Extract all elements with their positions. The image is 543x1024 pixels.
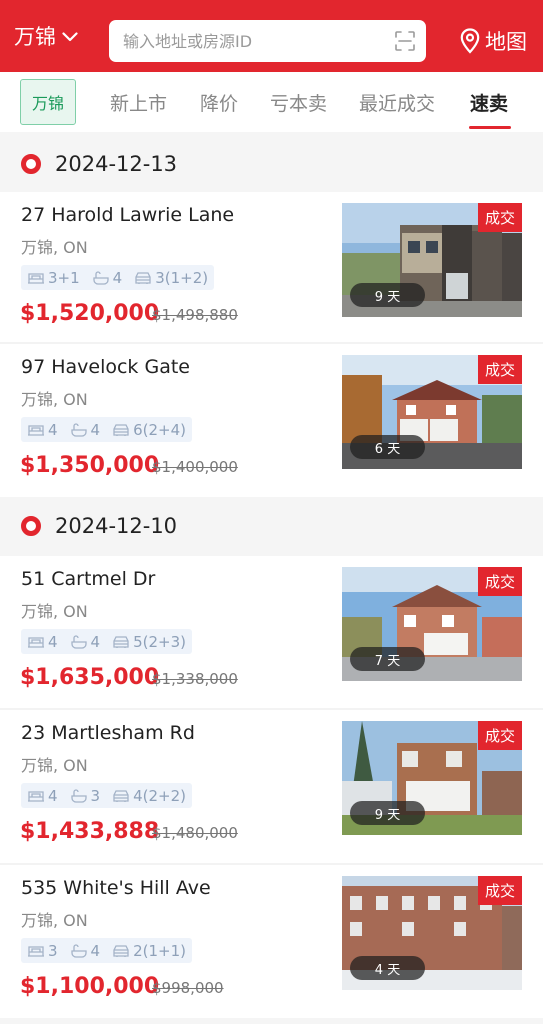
chevron-down-icon (62, 32, 78, 42)
listing-photo[interactable]: 成交 9 天 (342, 721, 522, 835)
car-icon (113, 635, 129, 648)
bath-icon (70, 634, 87, 649)
bed-icon (28, 272, 44, 284)
date-marker-icon (21, 154, 41, 174)
date-marker-icon (21, 516, 41, 536)
map-button[interactable]: 地图 (460, 26, 527, 56)
listing-card[interactable]: 51 Cartmel Dr 万锦, ON 4 4 5(2+3) $1,635,0… (0, 556, 543, 709)
listing-features: 3+1 4 3(1+2) (21, 265, 215, 290)
parking-count: 3(1+2) (155, 268, 209, 287)
listing-city: 万锦, ON (21, 911, 88, 930)
parking-count: 5(2+3) (133, 632, 186, 651)
parking-count: 6(2+4) (133, 420, 186, 439)
bed-icon (28, 945, 44, 957)
listing-photo[interactable]: 成交 9 天 (342, 203, 522, 317)
sold-badge: 成交 (477, 721, 522, 750)
map-pin-icon (460, 28, 480, 54)
scan-icon[interactable] (394, 30, 416, 52)
bed-icon (28, 424, 44, 436)
listing-city: 万锦, ON (21, 390, 88, 409)
listing-features: 3 4 2(1+1) (21, 938, 192, 963)
listing-original-price: $1,338,000 (152, 670, 238, 688)
tab-loss-sale[interactable]: 亏本卖 (270, 89, 327, 116)
listing-card[interactable]: 23 Martlesham Rd 万锦, ON 4 3 4(2+2) $1,43… (0, 710, 543, 863)
bath-count: 4 (90, 941, 101, 960)
city-name: 万锦 (14, 25, 56, 49)
bed-count: 3+1 (48, 268, 80, 287)
listing-city: 万锦, ON (21, 756, 88, 775)
city-selector[interactable]: 万锦 (14, 21, 100, 51)
top-bar: 万锦 地图 (0, 0, 543, 72)
days-on-market: 9 天 (350, 283, 425, 307)
group-date: 2024-12-13 (55, 152, 178, 176)
bath-icon (70, 788, 87, 803)
days-on-market: 4 天 (350, 956, 425, 980)
listing-price: $1,433,888 (20, 819, 160, 844)
car-icon (113, 944, 129, 957)
listing-photo[interactable]: 成交 6 天 (342, 355, 522, 469)
tab-recent-sold[interactable]: 最近成交 (359, 89, 435, 116)
listing-card[interactable]: 97 Havelock Gate 万锦, ON 4 4 6(2+4) $1,35… (0, 344, 543, 497)
tab-price-drop[interactable]: 降价 (200, 89, 238, 116)
bed-icon (28, 636, 44, 648)
date-group-header: 2024-12-10 (0, 498, 543, 554)
listing-features: 4 4 6(2+4) (21, 417, 192, 442)
active-tab-indicator (469, 126, 511, 129)
bath-count: 4 (112, 268, 123, 287)
listing-price: $1,520,000 (20, 301, 160, 326)
listing-address: 27 Harold Lawrie Lane (21, 204, 235, 226)
bed-count: 3 (48, 941, 58, 960)
date-group-header: 2024-12-13 (0, 136, 543, 192)
listing-price: $1,350,000 (20, 453, 160, 478)
sold-badge: 成交 (477, 567, 522, 596)
sold-badge: 成交 (477, 355, 522, 384)
listing-price: $1,635,000 (20, 665, 160, 690)
city-tag[interactable]: 万锦 (20, 79, 76, 125)
days-on-market: 9 天 (350, 801, 425, 825)
listing-original-price: $1,400,000 (152, 458, 238, 476)
bath-count: 4 (90, 420, 101, 439)
bath-count: 4 (90, 632, 101, 651)
days-on-market: 6 天 (350, 435, 425, 459)
group-date: 2024-12-10 (55, 514, 178, 538)
car-icon (135, 271, 151, 284)
listing-address: 23 Martlesham Rd (21, 722, 195, 744)
bed-icon (28, 790, 44, 802)
parking-count: 2(1+1) (133, 941, 186, 960)
parking-count: 4(2+2) (133, 786, 186, 805)
listing-photo[interactable]: 成交 7 天 (342, 567, 522, 681)
listing-original-price: $1,498,880 (152, 306, 238, 324)
listing-price: $1,100,000 (20, 974, 160, 999)
listing-address: 51 Cartmel Dr (21, 568, 156, 590)
tab-new-listing[interactable]: 新上市 (110, 89, 167, 116)
bath-icon (93, 270, 109, 285)
listing-address: 97 Havelock Gate (21, 356, 190, 378)
days-on-market: 7 天 (350, 647, 425, 671)
listing-original-price: $998,000 (152, 979, 224, 997)
listing-features: 4 4 5(2+3) (21, 629, 192, 654)
listing-card[interactable]: 27 Harold Lawrie Lane 万锦, ON 3+1 4 3(1+2… (0, 192, 543, 345)
bath-count: 3 (90, 786, 101, 805)
sold-badge: 成交 (477, 203, 522, 232)
tab-quick-sale[interactable]: 速卖 (470, 89, 508, 116)
listing-card[interactable]: 535 White's Hill Ave 万锦, ON 3 4 2(1+1) $… (0, 865, 543, 1018)
bath-icon (70, 422, 87, 437)
map-label: 地图 (485, 30, 527, 54)
listing-city: 万锦, ON (21, 602, 88, 621)
listing-features: 4 3 4(2+2) (21, 783, 192, 808)
bed-count: 4 (48, 786, 58, 805)
car-icon (113, 423, 129, 436)
bed-count: 4 (48, 420, 58, 439)
search-input[interactable] (123, 31, 383, 51)
sold-badge: 成交 (477, 876, 522, 905)
listing-city: 万锦, ON (21, 238, 88, 257)
car-icon (113, 789, 129, 802)
listing-original-price: $1,480,000 (152, 824, 238, 842)
bath-icon (70, 943, 87, 958)
bed-count: 4 (48, 632, 58, 651)
listing-photo[interactable]: 成交 4 天 (342, 876, 522, 990)
search-box[interactable] (109, 20, 426, 62)
listing-address: 535 White's Hill Ave (21, 877, 211, 899)
